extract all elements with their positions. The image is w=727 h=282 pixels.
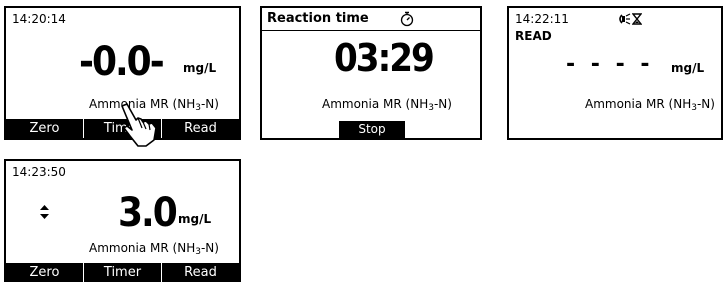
zero-button[interactable]: Zero	[6, 119, 83, 138]
meter-screen-reading: 14:22:11 READ - - - - mg/L Ammonia MR (N…	[507, 6, 723, 140]
stop-button[interactable]: Stop	[339, 121, 405, 138]
pointing-hand-icon	[121, 103, 157, 147]
read-button[interactable]: Read	[161, 263, 239, 282]
read-button[interactable]: Read	[161, 119, 239, 138]
zero-button[interactable]: Zero	[6, 263, 83, 282]
softkey-bar: Zero Timer Read	[6, 263, 239, 282]
reading-value: 3.0	[118, 190, 178, 236]
parameter-name: Ammonia MR (NH3-N)	[89, 241, 219, 257]
clock: 14:23:50	[12, 165, 66, 179]
status-label: READ	[515, 29, 552, 43]
clock: 14:20:14	[12, 12, 66, 26]
countdown-display: 03:29	[334, 36, 435, 80]
meter-screen-reaction-timer: Reaction time 03:29 Ammonia MR (NH3-N) S…	[260, 6, 482, 140]
stopwatch-icon	[400, 11, 414, 27]
reading-placeholder: - - - -	[566, 52, 654, 77]
up-down-arrows-icon[interactable]	[40, 205, 49, 219]
screen-title: Reaction time	[267, 11, 369, 26]
parameter-name: Ammonia MR (NH3-N)	[585, 97, 715, 113]
timer-button[interactable]: Timer	[83, 263, 161, 282]
lamp-icon	[619, 13, 631, 25]
reading-value: -0.0-	[79, 39, 165, 85]
parameter-name: Ammonia MR (NH3-N)	[322, 97, 452, 113]
reading-unit: mg/L	[183, 61, 217, 75]
reading-unit: mg/L	[178, 212, 212, 226]
clock: 14:22:11	[515, 12, 569, 26]
meter-screen-result: 14:23:50 3.0 mg/L Ammonia MR (NH3-N) Zer…	[4, 159, 241, 282]
meter-screen-measurement: 14:20:14 -0.0- mg/L Ammonia MR (NH3-N) Z…	[4, 6, 241, 147]
hourglass-icon	[632, 13, 642, 25]
reading-unit: mg/L	[671, 61, 705, 75]
title-bar: Reaction time	[262, 8, 480, 31]
